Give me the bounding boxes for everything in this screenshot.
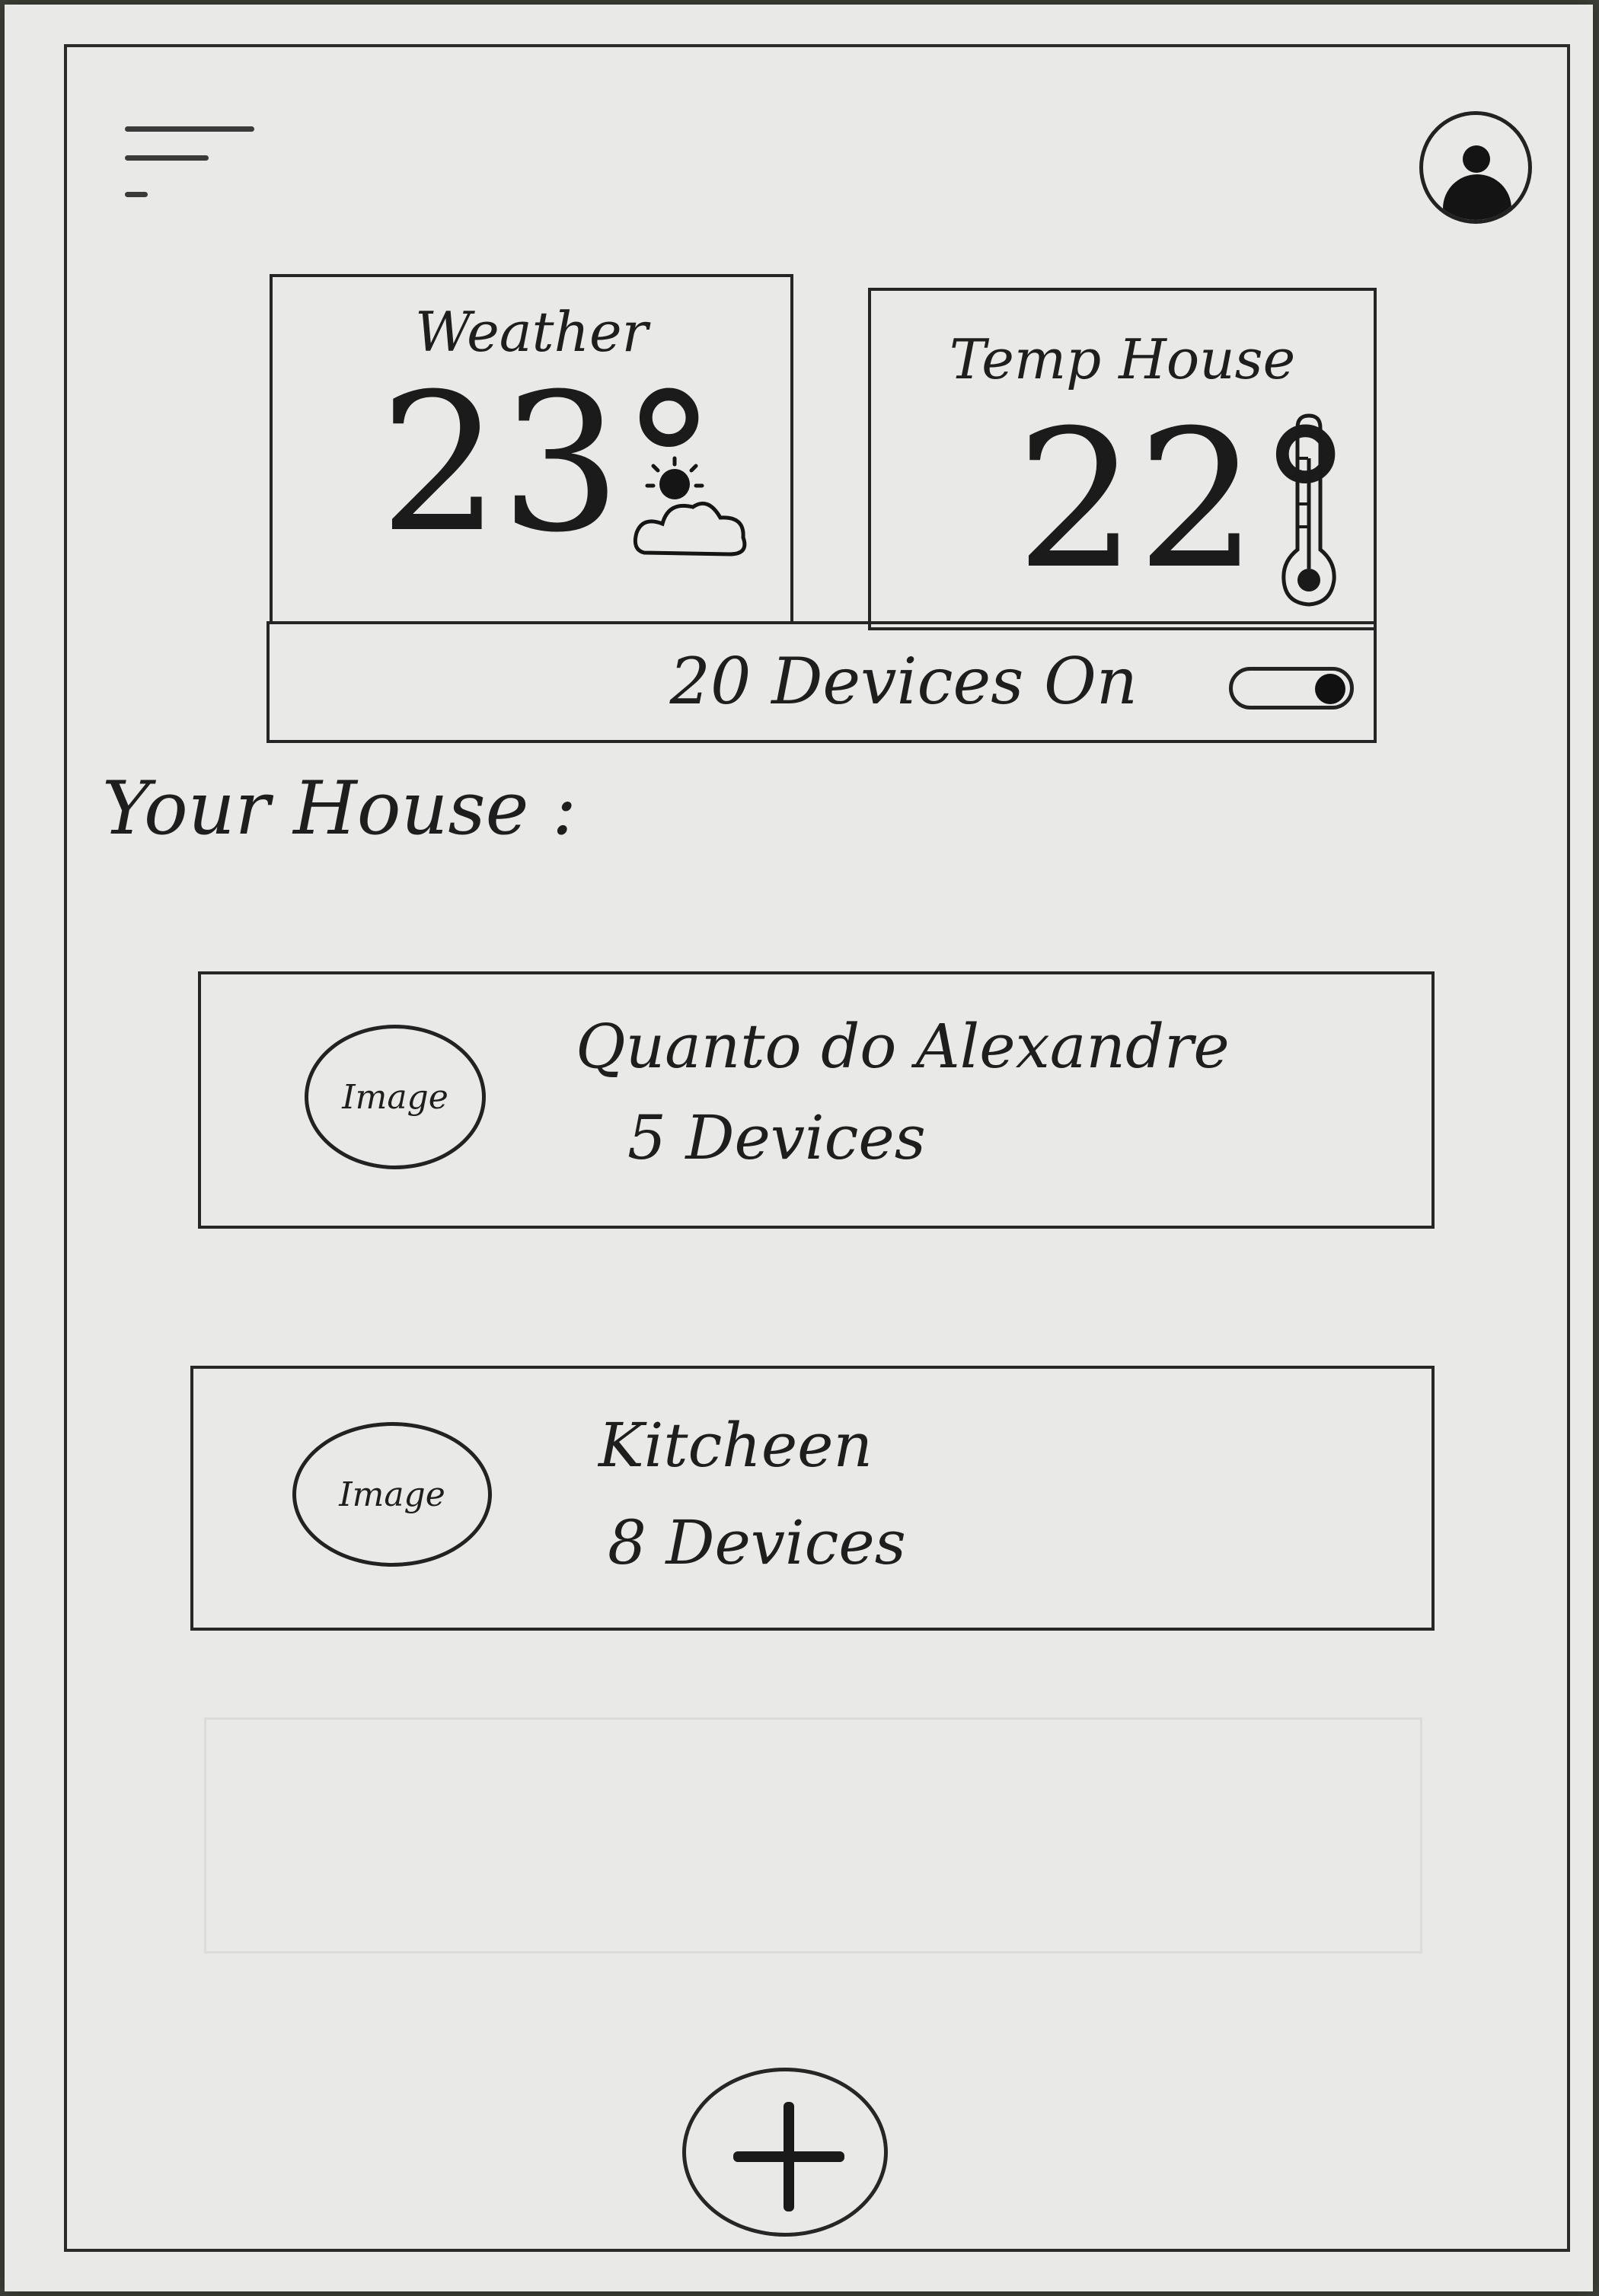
room-card[interactable]: Image Kitcheen 8 Devices <box>190 1366 1435 1631</box>
user-avatar-icon[interactable] <box>1419 111 1532 224</box>
room-device-count: 5 Devices <box>627 1102 926 1173</box>
hamburger-menu-icon[interactable] <box>125 119 254 202</box>
devices-on-label: 20 Devices On <box>669 644 1138 719</box>
avatar-body <box>1443 174 1511 220</box>
room-name: Kitcheen <box>598 1410 873 1481</box>
room-image-placeholder: Image <box>305 1025 486 1169</box>
partly-sunny-icon <box>633 456 747 556</box>
add-room-button[interactable] <box>682 2068 888 2237</box>
section-title: Your House : <box>102 766 577 851</box>
room-name: Quanto do Alexandre <box>576 1011 1230 1082</box>
room-image-placeholder: Image <box>292 1422 492 1567</box>
room-card[interactable]: Image Quanto do Alexandre 5 Devices <box>198 971 1435 1229</box>
erased-room-placeholder <box>204 1717 1422 1953</box>
summary-panel: Weather 23° Temp House 22° 20 Devices On <box>266 274 1380 746</box>
devices-status-bar: 20 Devices On <box>266 621 1377 743</box>
room-device-count: 8 Devices <box>608 1507 906 1578</box>
weather-card[interactable]: Weather 23° <box>270 274 793 624</box>
thermometer-icon <box>1281 413 1336 607</box>
devices-toggle[interactable] <box>1229 667 1354 710</box>
avatar-head <box>1463 145 1490 173</box>
sketch-paper: Weather 23° Temp House 22° 20 Devices On… <box>5 5 1593 2291</box>
house-temperature-card[interactable]: Temp House 22° <box>868 288 1377 630</box>
house-temp-title: Temp House <box>949 327 1296 391</box>
toggle-knob <box>1315 674 1345 704</box>
